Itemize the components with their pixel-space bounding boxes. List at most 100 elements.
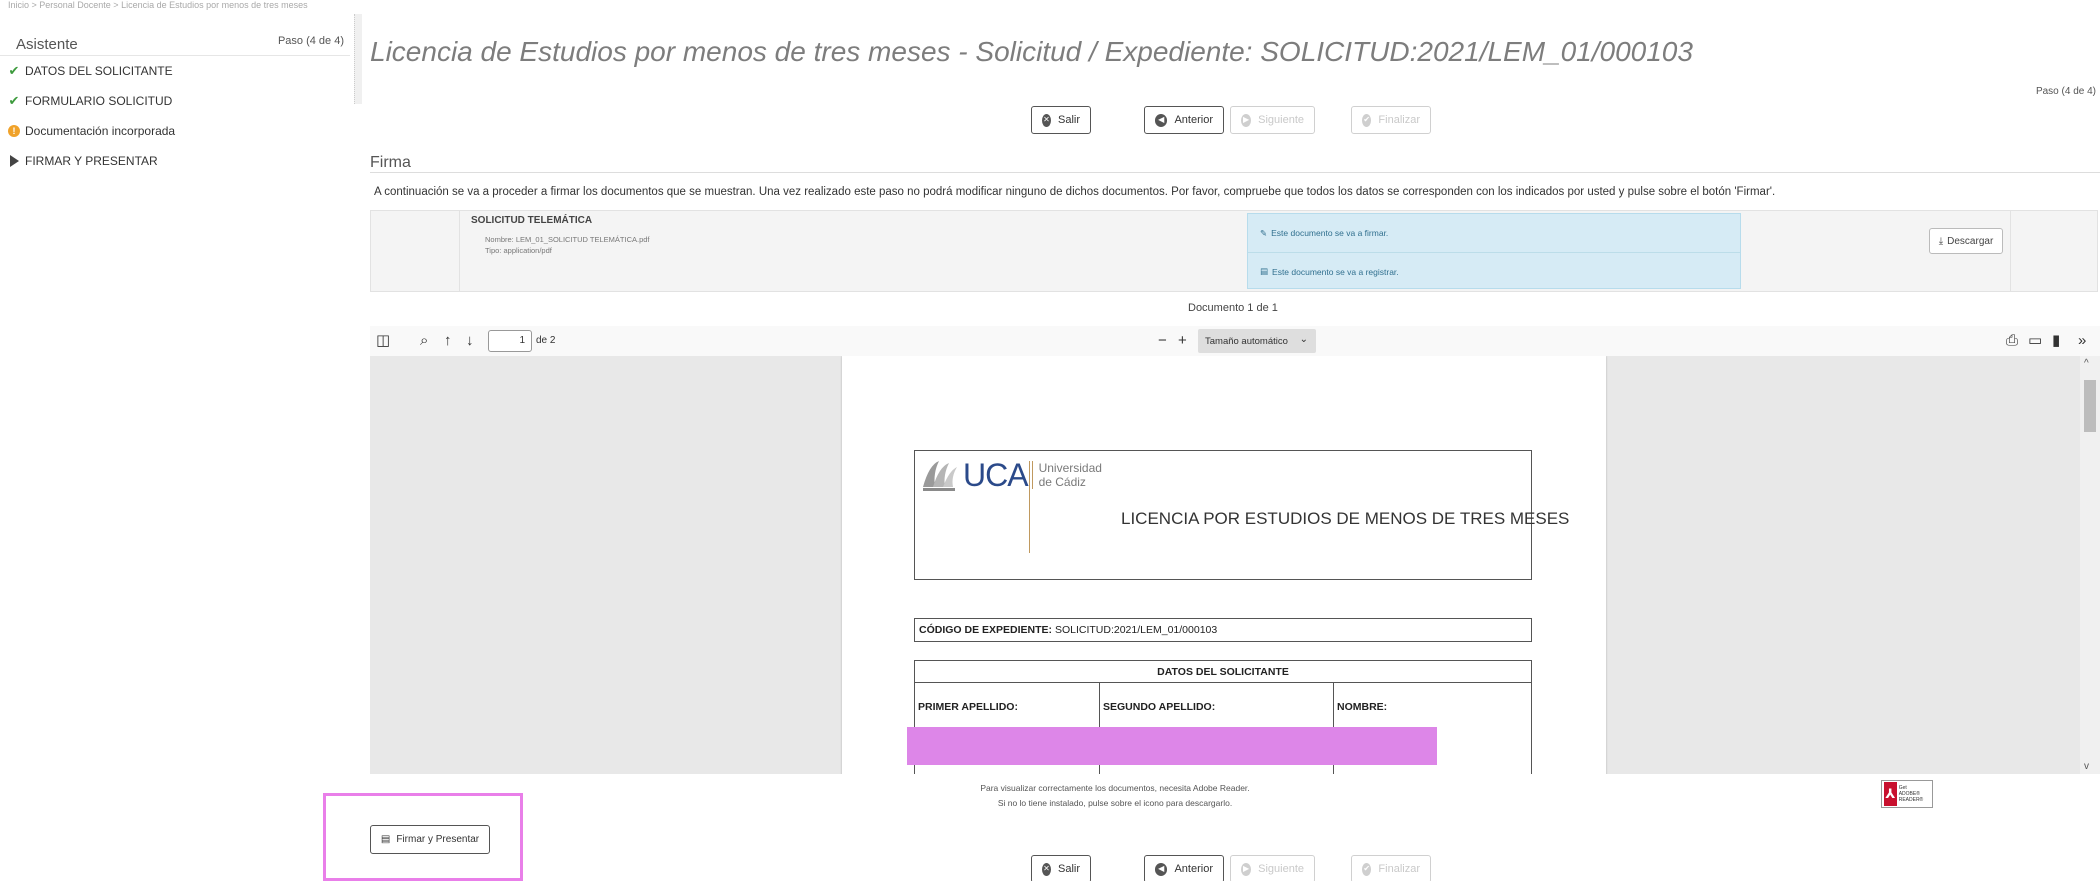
finalizar-label: Finalizar bbox=[1378, 863, 1420, 875]
sidebar-splitter[interactable] bbox=[354, 14, 362, 104]
sign-note: ✎ Este documento se va a firmar. bbox=[1248, 214, 1740, 252]
salir-button-top[interactable]: ✕ Salir bbox=[1031, 106, 1091, 134]
download-icon: ⤓ bbox=[1938, 235, 1944, 247]
document-title: LICENCIA POR ESTUDIOS DE MENOS DE TRES M… bbox=[1121, 509, 1570, 528]
sidebar-item-label: FIRMAR Y PRESENTAR bbox=[25, 154, 158, 168]
next-icon: ▶ bbox=[1241, 862, 1252, 876]
document-name: SOLICITUD TELEMÁTICA bbox=[471, 215, 593, 226]
download-button[interactable]: ⤓ Descargar bbox=[1929, 228, 2003, 254]
arrow-up-icon[interactable]: ↑ bbox=[444, 331, 452, 351]
sidebar-item-firmar-presentar[interactable]: FIRMAR Y PRESENTAR bbox=[0, 146, 350, 176]
datos-header: DATOS DEL SOLICITANTE bbox=[915, 661, 1531, 683]
firmar-presentar-button[interactable]: ▤ Firmar y Presentar bbox=[370, 825, 490, 854]
reader-notice-line1: Para visualizar correctamente los docume… bbox=[980, 783, 1250, 793]
step-indicator: Paso (4 de 4) bbox=[2035, 86, 2096, 97]
breadcrumb: Inicio > Personal Docente > Licencia de … bbox=[8, 0, 308, 10]
document-row: SOLICITUD TELEMÁTICA Nombre: LEM_01_SOLI… bbox=[370, 210, 2098, 292]
scroll-down-icon[interactable]: v bbox=[2084, 761, 2089, 772]
siguiente-button-top[interactable]: ▶ Siguiente bbox=[1230, 106, 1315, 134]
adobe-reader-badge[interactable]: ⅄ Get ADOBE® READER® bbox=[1881, 780, 1933, 808]
adobe-badge-text: Get ADOBE® READER® bbox=[1899, 785, 1932, 803]
check-icon: ✔ bbox=[8, 63, 20, 78]
tools-expand-icon[interactable]: » bbox=[2078, 331, 2086, 351]
uca-line1: Universidad bbox=[1038, 461, 1102, 475]
check-circle-icon: ✔ bbox=[1362, 113, 1372, 127]
sidebar-item-label: FORMULARIO SOLICITUD bbox=[25, 94, 173, 108]
anterior-button-bottom[interactable]: ◀ Anterior bbox=[1144, 855, 1224, 881]
scroll-up-icon[interactable]: ^ bbox=[2084, 358, 2089, 369]
salir-button-bottom[interactable]: ✕ Salir bbox=[1031, 855, 1091, 881]
edit-icon: ✎ bbox=[1260, 227, 1268, 238]
sign-note-text: Este documento se va a firmar. bbox=[1271, 228, 1389, 238]
back-icon: ◀ bbox=[1155, 113, 1168, 127]
pdf-viewer[interactable]: UCA Universidad de Cádiz LICENCIA POR ES… bbox=[370, 356, 2100, 774]
pdf-toolbar: ◫ ⌕ ↑ ↓ 1 de 2 − + Tamaño automático ⌄ ⎙… bbox=[370, 326, 2100, 356]
scrollbar-thumb[interactable] bbox=[2084, 380, 2096, 432]
check-icon: ✔ bbox=[8, 93, 20, 108]
zoom-in-icon[interactable]: + bbox=[1178, 331, 1187, 351]
close-icon: ✕ bbox=[1042, 862, 1051, 876]
register-note: ▤ Este documento se va a registrar. bbox=[1248, 252, 1740, 290]
sidebar-item-label: Documentación incorporada bbox=[25, 124, 176, 138]
close-icon: ✕ bbox=[1042, 113, 1051, 127]
document-meta: Nombre: LEM_01_SOLICITUD TELEMÁTICA.pdf … bbox=[485, 234, 650, 256]
print-icon[interactable]: ⎙ bbox=[2006, 331, 2018, 351]
anterior-button-top[interactable]: ◀ Anterior bbox=[1144, 106, 1224, 134]
anterior-label: Anterior bbox=[1174, 114, 1213, 126]
uca-line2: de Cádiz bbox=[1038, 475, 1086, 489]
firma-notice: A continuación se va a proceder a firmar… bbox=[374, 186, 1776, 198]
expediente-code-value: SOLICITUD:2021/LEM_01/000103 bbox=[1054, 624, 1218, 636]
next-icon: ▶ bbox=[1241, 113, 1252, 127]
document-count: Documento 1 de 1 bbox=[1188, 302, 1278, 314]
primer-apellido-label: PRIMER APELLIDO: bbox=[918, 701, 1018, 713]
redaction-overlay bbox=[907, 727, 1437, 765]
uca-logo: UCA Universidad de Cádiz bbox=[919, 457, 1102, 497]
zoom-out-icon[interactable]: − bbox=[1158, 331, 1167, 351]
page-total: de 2 bbox=[536, 335, 556, 346]
wizard-header: Asistente Paso (4 de 4) bbox=[0, 32, 350, 56]
sign-document-icon: ▤ bbox=[380, 834, 391, 845]
document-filename: Nombre: LEM_01_SOLICITUD TELEMÁTICA.pdf bbox=[485, 235, 650, 244]
register-icon: ▤ bbox=[1260, 266, 1269, 276]
search-icon[interactable]: ⌕ bbox=[420, 331, 428, 351]
play-icon bbox=[7, 154, 21, 168]
warning-icon: ! bbox=[7, 124, 21, 138]
firmar-presentar-label: Firmar y Presentar bbox=[396, 834, 480, 845]
uca-logo-text: UCA bbox=[963, 457, 1029, 493]
section-divider bbox=[370, 172, 2100, 173]
uca-emblem-icon bbox=[923, 461, 957, 491]
siguiente-label: Siguiente bbox=[1258, 114, 1304, 126]
finalizar-label: Finalizar bbox=[1378, 114, 1420, 126]
sidebar-toggle-icon[interactable]: ◫ bbox=[376, 331, 390, 351]
nombre-label: NOMBRE: bbox=[1337, 701, 1388, 713]
open-file-icon[interactable]: ▭ bbox=[2028, 331, 2042, 351]
zoom-select[interactable]: Tamaño automático ⌄ bbox=[1198, 329, 1316, 353]
reader-notice-line2: Si no lo tiene instalado, pulse sobre el… bbox=[997, 798, 1233, 808]
wizard-sidebar: Asistente Paso (4 de 4) ✔ DATOS DEL SOLI… bbox=[0, 32, 350, 176]
download-label: Descargar bbox=[1947, 235, 1994, 247]
expediente-code: CÓDIGO DE EXPEDIENTE: SOLICITUD:2021/LEM… bbox=[914, 618, 1532, 642]
segundo-apellido-label: SEGUNDO APELLIDO: bbox=[1103, 701, 1216, 713]
page-number-input[interactable]: 1 bbox=[488, 330, 532, 352]
sidebar-item-formulario-solicitud[interactable]: ✔ FORMULARIO SOLICITUD bbox=[0, 86, 350, 116]
document-info-box: ✎ Este documento se va a firmar. ▤ Este … bbox=[1247, 213, 1741, 289]
arrow-down-icon[interactable]: ↓ bbox=[466, 331, 474, 351]
divider bbox=[2010, 211, 2011, 291]
siguiente-button-bottom[interactable]: ▶ Siguiente bbox=[1230, 855, 1315, 881]
anterior-label: Anterior bbox=[1174, 863, 1213, 875]
bookmark-icon[interactable]: ▮ bbox=[2052, 331, 2060, 351]
chevron-down-icon: ⌄ bbox=[1299, 334, 1308, 345]
adobe-badge-line2: ADOBE® READER® bbox=[1898, 791, 1924, 803]
document-header-box: UCA Universidad de Cádiz LICENCIA POR ES… bbox=[914, 450, 1569, 580]
document-type: Tipo: application/pdf bbox=[485, 246, 552, 255]
pdf-scrollbar[interactable]: ^ v bbox=[2080, 356, 2100, 774]
zoom-value: Tamaño automático bbox=[1205, 335, 1288, 347]
check-circle-icon: ✔ bbox=[1362, 862, 1372, 876]
finalizar-button-bottom[interactable]: ✔ Finalizar bbox=[1351, 855, 1431, 881]
firma-section-title: Firma bbox=[370, 154, 411, 171]
sidebar-item-documentacion[interactable]: ! Documentación incorporada bbox=[0, 116, 350, 146]
adobe-reader-icon: ⅄ bbox=[1884, 782, 1897, 806]
sidebar-item-datos-solicitante[interactable]: ✔ DATOS DEL SOLICITANTE bbox=[0, 56, 350, 86]
finalizar-button-top[interactable]: ✔ Finalizar bbox=[1351, 106, 1431, 134]
salir-label: Salir bbox=[1057, 114, 1080, 126]
